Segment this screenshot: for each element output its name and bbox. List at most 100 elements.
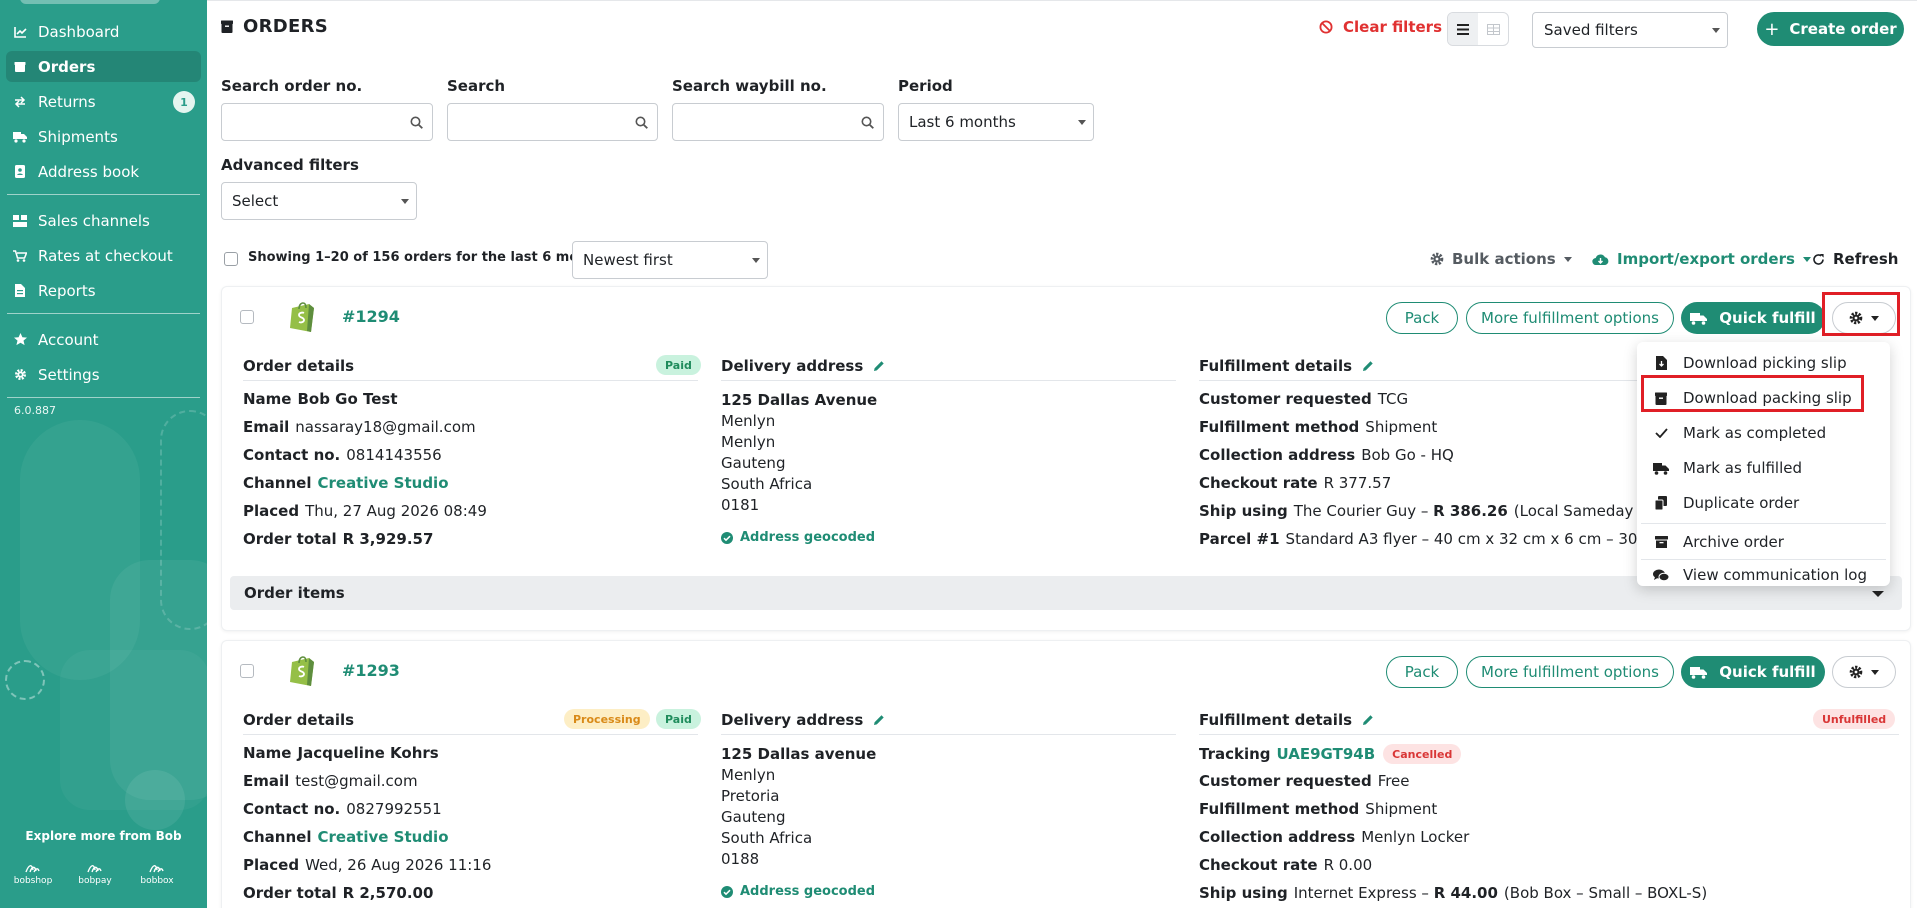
- address-line: Gauteng: [721, 454, 786, 472]
- search-icon: [410, 115, 423, 133]
- brand-label: bobshop: [13, 876, 53, 886]
- edit-address-icon[interactable]: [873, 714, 885, 726]
- sidebar-item-settings[interactable]: Settings: [6, 359, 201, 390]
- section-divider: [721, 380, 1176, 381]
- bobpay-link[interactable]: bobpay: [76, 860, 114, 886]
- menu-item-label: Duplicate order: [1683, 494, 1800, 512]
- sidebar-item-sales-channels[interactable]: Sales channels: [6, 205, 201, 236]
- select-all-checkbox[interactable]: [224, 252, 238, 266]
- clear-filters-button[interactable]: Clear filters: [1319, 18, 1442, 36]
- sort-select[interactable]: Newest first: [572, 241, 768, 279]
- ship-using-row: Ship using Internet Express – R 44.00 (Bob…: [1199, 884, 1707, 902]
- bobbox-link[interactable]: bobbox: [138, 860, 176, 886]
- advanced-filters-select[interactable]: Select: [221, 182, 417, 220]
- brand-label: bobpay: [78, 876, 112, 886]
- sidebar-item-address-book[interactable]: Address book: [6, 156, 201, 187]
- customer-email: test@gmail.com: [295, 772, 418, 790]
- edit-fulfillment-icon[interactable]: [1362, 360, 1374, 372]
- waybill-filter-label: Search waybill no.: [672, 77, 827, 95]
- period-select[interactable]: Last 6 months: [898, 103, 1094, 141]
- mark-as-fulfilled-item[interactable]: Mark as fulfilled: [1637, 451, 1890, 485]
- more-fulfillment-options-button[interactable]: More fulfillment options: [1466, 302, 1674, 334]
- mark-as-completed-item[interactable]: Mark as completed: [1637, 416, 1890, 450]
- order-total-row: Order total R 3,929.57: [243, 530, 439, 548]
- section-title-text: Order details: [243, 357, 355, 375]
- order-details-heading: Order details: [243, 711, 354, 729]
- create-order-button[interactable]: + Create order: [1757, 12, 1904, 46]
- order-actions-menu-button[interactable]: [1832, 302, 1896, 334]
- order-total: R 3,929.57: [342, 530, 434, 548]
- refresh-button[interactable]: Refresh: [1812, 250, 1898, 268]
- pack-button[interactable]: Pack: [1386, 656, 1458, 688]
- sidebar-item-reports[interactable]: Reports: [6, 275, 201, 306]
- delivery-address-block: 125 Dallas Avenue Menlyn Menlyn Gauteng …: [721, 390, 877, 516]
- fulfillment-method-row: Fulfillment method Shipment: [1199, 418, 1437, 436]
- order-actions-menu-button[interactable]: [1832, 656, 1896, 688]
- search-input[interactable]: [447, 103, 658, 141]
- customer-name-row: Name Bob Go Test: [243, 390, 404, 408]
- list-view-button[interactable]: [1448, 13, 1478, 45]
- sidebar-item-shipments[interactable]: Shipments: [6, 121, 201, 152]
- order-number-link[interactable]: #1293: [342, 661, 400, 680]
- contact-row: Contact no. 0814143556: [243, 446, 442, 464]
- import-export-button[interactable]: Import/export orders: [1592, 250, 1811, 268]
- field-label: Customer requested: [1199, 390, 1372, 408]
- address-line: Pretoria: [721, 787, 780, 805]
- saved-filters-select[interactable]: Saved filters: [1532, 12, 1728, 48]
- sidebar-divider: [7, 313, 200, 314]
- sidebar-item-dashboard[interactable]: Dashboard: [6, 16, 201, 47]
- truck-icon: [1653, 462, 1669, 475]
- chevron-down-icon: [752, 258, 760, 263]
- edit-address-icon[interactable]: [873, 360, 885, 372]
- field-label: Contact no.: [243, 446, 341, 464]
- sidebar-item-returns[interactable]: Returns 1: [6, 86, 201, 117]
- email-row: Email test@gmail.com: [243, 772, 418, 790]
- address-line: 0188: [721, 850, 760, 868]
- order-items-label: Order items: [244, 584, 345, 602]
- channel-link[interactable]: Creative Studio: [317, 828, 448, 846]
- gear-icon: [1849, 311, 1863, 325]
- search-icon: [635, 115, 648, 133]
- bulk-actions-button[interactable]: Bulk actions: [1430, 250, 1572, 268]
- order-checkbox[interactable]: [240, 664, 254, 678]
- quick-fulfill-button[interactable]: Quick fulfill: [1681, 656, 1825, 688]
- period-value: Last 6 months: [909, 113, 1016, 131]
- more-fulfillment-options-button[interactable]: More fulfillment options: [1466, 656, 1674, 688]
- truck-icon: [13, 130, 27, 144]
- order-number-link[interactable]: #1294: [342, 307, 400, 326]
- chevron-down-icon: [1712, 28, 1720, 33]
- tracking-link[interactable]: UAE9GT94B: [1277, 745, 1376, 763]
- sidebar-decoration: [160, 410, 207, 630]
- processing-status-badge: Processing: [564, 709, 650, 729]
- pack-button[interactable]: Pack: [1386, 302, 1458, 334]
- delivery-address-block: 125 Dallas avenue Menlyn Pretoria Gauten…: [721, 744, 876, 870]
- returns-count-badge: 1: [173, 91, 195, 113]
- sidebar-item-account[interactable]: Account: [6, 324, 201, 355]
- order-checkbox[interactable]: [240, 310, 254, 324]
- sidebar-item-orders[interactable]: Orders: [6, 51, 201, 82]
- order-no-search-input[interactable]: [221, 103, 433, 141]
- view-communication-log-item[interactable]: View communication log: [1637, 561, 1890, 589]
- download-packing-slip-item[interactable]: Download packing slip: [1637, 381, 1890, 415]
- quick-fulfill-button[interactable]: Quick fulfill: [1681, 302, 1825, 334]
- grid-view-button[interactable]: [1478, 13, 1508, 45]
- channel-link[interactable]: Creative Studio: [317, 474, 448, 492]
- download-picking-slip-item[interactable]: Download picking slip: [1637, 346, 1890, 380]
- menu-item-label: Mark as fulfilled: [1683, 459, 1803, 477]
- field-label: Fulfillment method: [1199, 418, 1360, 436]
- field-label: Channel: [243, 474, 312, 492]
- sidebar-item-rates-at-checkout[interactable]: Rates at checkout: [6, 240, 201, 271]
- fulfillment-details-heading: Fulfillment details: [1199, 357, 1374, 375]
- fulfillment-status-badge: Unfulfilled: [1813, 709, 1896, 729]
- duplicate-order-item[interactable]: Duplicate order: [1637, 486, 1890, 520]
- archive-order-item[interactable]: Archive order: [1637, 525, 1890, 559]
- edit-fulfillment-icon[interactable]: [1362, 714, 1374, 726]
- bobshop-link[interactable]: bobshop: [14, 860, 52, 886]
- advanced-filters-label: Advanced filters: [221, 156, 359, 174]
- table-icon: [1486, 23, 1500, 35]
- waybill-search-input[interactable]: [672, 103, 884, 141]
- chevron-down-icon: [401, 199, 409, 204]
- parcel-row: Parcel #1 Standard A3 flyer – 40 cm x 32 …: [1199, 530, 1684, 548]
- brand-logo[interactable]: [20, 0, 160, 4]
- refresh-icon: [1813, 253, 1824, 265]
